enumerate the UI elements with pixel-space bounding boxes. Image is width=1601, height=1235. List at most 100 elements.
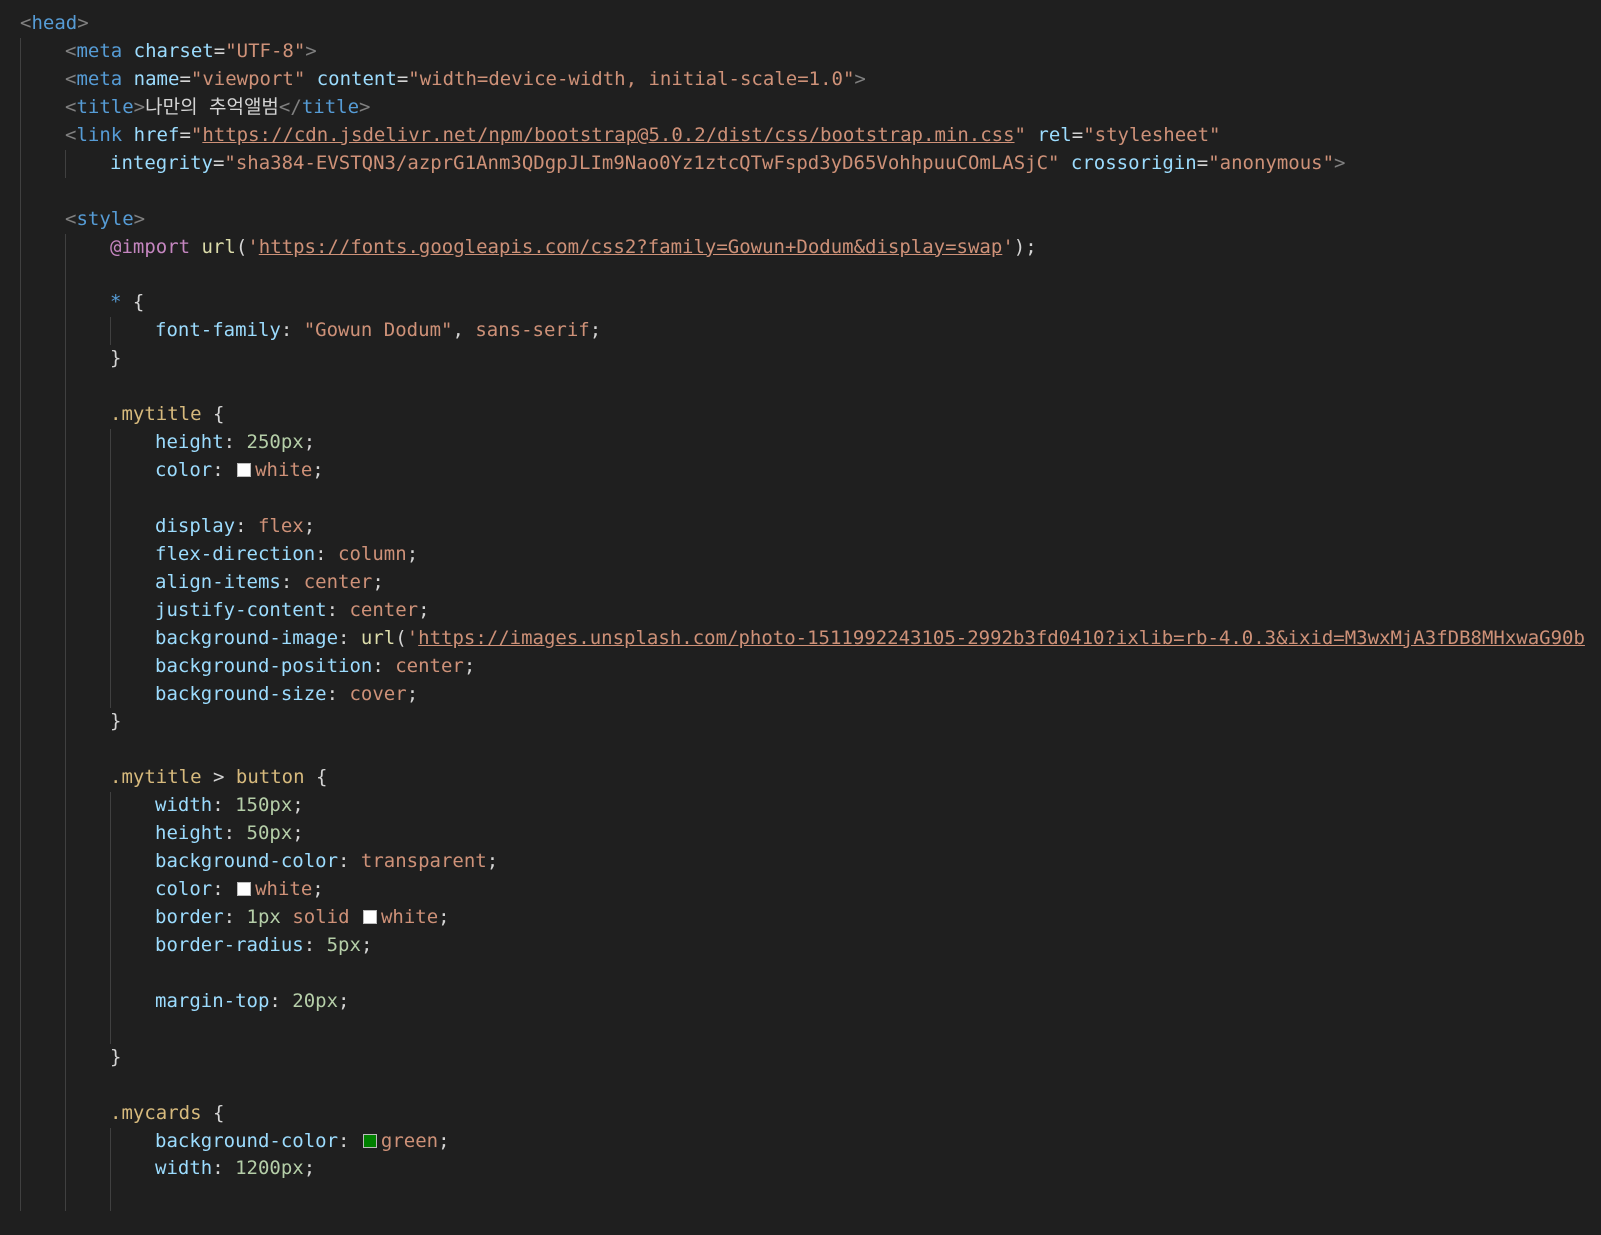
code-line[interactable]: background-color: green; (0, 1127, 1601, 1156)
code-token: ' (406, 626, 419, 649)
code-token: margin-top (155, 989, 270, 1012)
code-line[interactable]: .mycards { (0, 1099, 1601, 1128)
code-line[interactable]: border-radius: 5px; (0, 931, 1601, 960)
code-token: > (133, 207, 146, 230)
code-token: "sha384-EVSTQN3/azprG1Anm3QDgpJLIm9Nao0Y… (224, 151, 1060, 174)
code-line[interactable]: background-position: center; (0, 652, 1601, 681)
code-line[interactable]: color: white; (0, 457, 1601, 485)
code-line[interactable]: .mytitle > button { (0, 764, 1601, 793)
code-token: white (380, 906, 439, 928)
code-editor[interactable]: <head> <meta charset="UTF-8"> <meta name="… (0, 10, 1601, 1235)
code-line[interactable]: color: white; (0, 876, 1601, 904)
code-line[interactable] (0, 959, 1601, 988)
code-token[interactable]: https://fonts.googleapis.com/css2?family… (259, 236, 1003, 258)
code-text: color: white; (155, 876, 324, 904)
code-token: ; (463, 654, 476, 677)
code-line[interactable] (0, 1015, 1601, 1044)
code-text: height: 250px; (155, 429, 315, 457)
code-token: : (326, 682, 350, 705)
code-text: @import url('https://fonts.googleapis.co… (110, 234, 1037, 262)
code-token: </ (278, 95, 302, 118)
indent-guide (20, 624, 21, 653)
code-token: { (315, 766, 328, 789)
indent-guide (20, 484, 21, 513)
code-line[interactable]: margin-top: 20px; (0, 987, 1601, 1016)
code-line[interactable]: } (0, 708, 1601, 737)
code-line[interactable]: background-size: cover; (0, 680, 1601, 709)
color-swatch-icon[interactable] (362, 910, 377, 924)
indent-guide (65, 931, 66, 960)
code-token: } (110, 1045, 122, 1068)
code-line[interactable]: border: 1px solid white; (0, 904, 1601, 932)
code-line[interactable]: background-color: transparent; (0, 848, 1601, 877)
color-swatch-icon[interactable] (237, 463, 252, 477)
code-token[interactable]: https://images.unsplash.com/photo-151199… (418, 627, 1585, 649)
indent-guide (110, 429, 111, 457)
code-line[interactable]: height: 250px; (0, 429, 1601, 457)
code-line[interactable]: <meta name="viewport" content="width=dev… (0, 65, 1601, 94)
code-token: ; (438, 906, 450, 928)
code-line[interactable]: width: 150px; (0, 792, 1601, 821)
color-swatch-icon[interactable] (362, 1133, 377, 1148)
code-line[interactable]: <head> (0, 10, 1601, 38)
code-line[interactable]: } (0, 345, 1601, 374)
code-token: : (212, 459, 236, 481)
code-token: = (1196, 151, 1209, 174)
code-line[interactable]: height: 50px; (0, 820, 1601, 849)
code-token[interactable]: https://cdn.jsdelivr.net/npm/bootstrap@5… (202, 124, 1014, 146)
code-token: ; (292, 822, 304, 845)
code-token: height (155, 822, 224, 845)
indent-guide (110, 876, 111, 904)
code-text: .mytitle { (110, 401, 224, 429)
code-text: } (110, 708, 121, 736)
code-token: ; (338, 989, 350, 1012)
color-swatch-icon[interactable] (237, 882, 252, 897)
code-line[interactable] (0, 261, 1601, 290)
code-line[interactable] (0, 1071, 1601, 1100)
code-token: integrity (110, 151, 213, 174)
indent-guide (110, 1127, 111, 1156)
code-line[interactable]: * { (0, 289, 1601, 318)
code-line[interactable]: font-family: "Gowun Dodum", sans-serif; (0, 317, 1601, 346)
code-line[interactable] (0, 177, 1601, 206)
indent-guide (20, 429, 21, 457)
indent-guide (65, 1043, 66, 1072)
code-line[interactable]: <style> (0, 205, 1601, 234)
code-line[interactable]: flex-direction: column; (0, 540, 1601, 569)
indent-guide (20, 708, 21, 737)
indent-guide (65, 1155, 66, 1184)
code-token: .mytitle (110, 766, 202, 789)
code-token: justify-content (155, 598, 327, 621)
indent-guide (20, 1155, 21, 1184)
indent-guide (20, 93, 21, 122)
code-token: "stylesheet" (1083, 123, 1221, 146)
code-line[interactable]: justify-content: center; (0, 596, 1601, 625)
indent-guide (110, 680, 111, 709)
code-line[interactable] (0, 373, 1601, 402)
code-text: border: 1px solid white; (155, 904, 450, 932)
code-line[interactable]: align-items: center; (0, 568, 1601, 597)
code-line[interactable]: <title>나만의 추억앨범</title> (0, 93, 1601, 122)
indent-guide (20, 876, 21, 904)
code-line[interactable]: integrity = "sha384-EVSTQN3/azprG1Anm3QDgp… (0, 149, 1601, 178)
code-line[interactable]: <meta charset="UTF-8"> (0, 37, 1601, 66)
code-line[interactable]: background-image: url('https://images.un… (0, 624, 1601, 653)
indent-guide (20, 1099, 21, 1128)
code-line[interactable]: width: 1200px; (0, 1155, 1601, 1184)
code-token: 50px (246, 822, 293, 845)
code-token: title (301, 95, 360, 118)
code-line[interactable] (0, 1183, 1601, 1212)
code-line[interactable]: <link href="https://cdn.jsdelivr.net/npm… (0, 121, 1601, 150)
indent-guide (110, 512, 111, 541)
code-token: } (110, 347, 122, 370)
code-line[interactable]: display: flex; (0, 512, 1601, 541)
code-line[interactable] (0, 484, 1601, 513)
code-line[interactable]: @import url('https://fonts.googleapis.co… (0, 233, 1601, 262)
code-line[interactable]: .mytitle { (0, 401, 1601, 430)
code-token: ); (1013, 235, 1037, 258)
code-line[interactable]: } (0, 1043, 1601, 1072)
code-line[interactable] (0, 736, 1601, 765)
code-token: ; (406, 682, 419, 705)
